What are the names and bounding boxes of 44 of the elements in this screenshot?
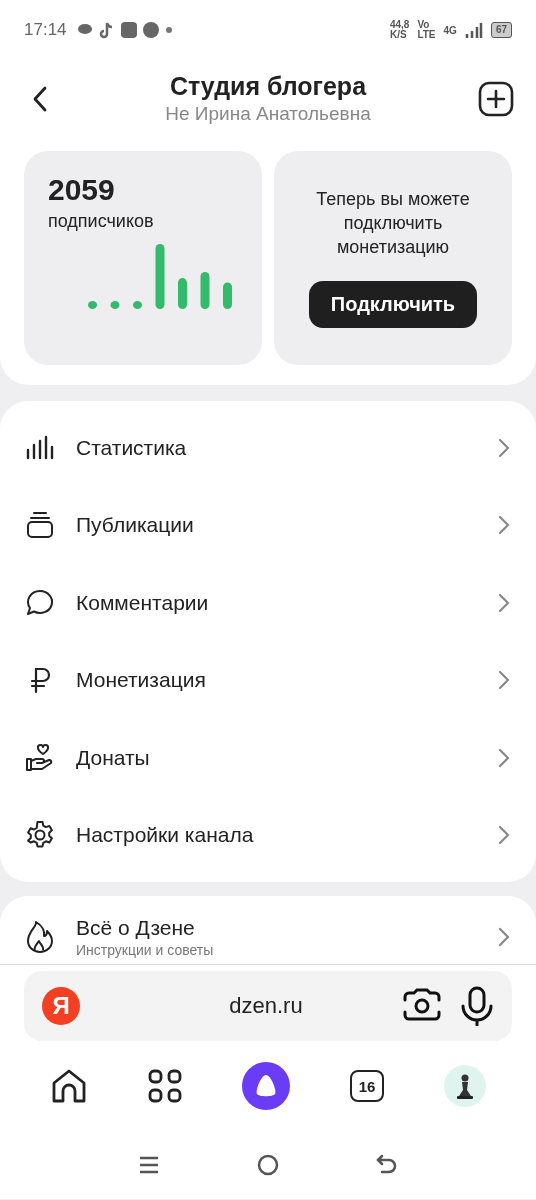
- chevron-right-icon: [498, 437, 510, 458]
- subscribers-card[interactable]: 2059 подписчиков: [24, 151, 262, 365]
- chevron-right-icon: [498, 927, 510, 947]
- chevron-right-icon: [498, 825, 510, 846]
- menu-icon[interactable]: [138, 1155, 161, 1175]
- about-title[interactable]: Всё о Дзене: [76, 916, 478, 940]
- battery-indicator: 67: [490, 22, 512, 38]
- plus-icon: [478, 80, 514, 117]
- menu-item[interactable]: Публикации: [76, 513, 478, 538]
- page-title: Студия блогера: [169, 72, 367, 101]
- flame-icon: [24, 920, 56, 954]
- menu-item[interactable]: Комментарии: [76, 590, 478, 615]
- connect-button[interactable]: Подключить: [308, 281, 478, 328]
- home-icon[interactable]: [50, 1067, 88, 1105]
- status-time: 17:14: [24, 20, 67, 40]
- microphone-icon[interactable]: [460, 986, 494, 1026]
- avatar[interactable]: [444, 1065, 486, 1107]
- address-bar[interactable]: Я dzen.ru: [24, 971, 512, 1041]
- network-speed: 44,8 K/S: [389, 20, 410, 40]
- chevron-right-icon: [498, 515, 510, 536]
- browser-logo[interactable]: Я: [42, 987, 80, 1025]
- subscriber-count: 2059: [48, 173, 116, 207]
- subscriber-label: подписчиков: [48, 211, 155, 232]
- menu-item[interactable]: Настройки канала: [76, 823, 478, 848]
- network-type: 4G: [443, 24, 457, 36]
- grid-icon[interactable]: [148, 1069, 182, 1103]
- home-button-icon[interactable]: [257, 1154, 279, 1176]
- channel-name: Не Ирина Анатольевна: [165, 103, 371, 125]
- chevron-right-icon: [498, 670, 510, 691]
- menu-item[interactable]: Монетизация: [76, 668, 478, 693]
- back-icon[interactable]: [375, 1154, 398, 1176]
- url-text: dzen.ru: [228, 993, 304, 1019]
- about-subtitle: Инструкции и советы: [76, 942, 215, 958]
- chevron-right-icon: [498, 747, 510, 768]
- tabs-counter[interactable]: 16: [350, 1070, 384, 1102]
- volte-indicator: Vo LTE: [417, 20, 436, 40]
- assistant-icon[interactable]: [242, 1062, 290, 1110]
- camera-icon[interactable]: [402, 988, 442, 1024]
- back-icon: [32, 84, 48, 113]
- signal-icon: [464, 22, 483, 38]
- monetization-text: Теперь вы можете подключить монетизацию: [315, 188, 471, 259]
- menu-item[interactable]: Статистика: [76, 435, 478, 460]
- chevron-right-icon: [498, 592, 510, 613]
- menu-item[interactable]: Донаты: [76, 745, 478, 770]
